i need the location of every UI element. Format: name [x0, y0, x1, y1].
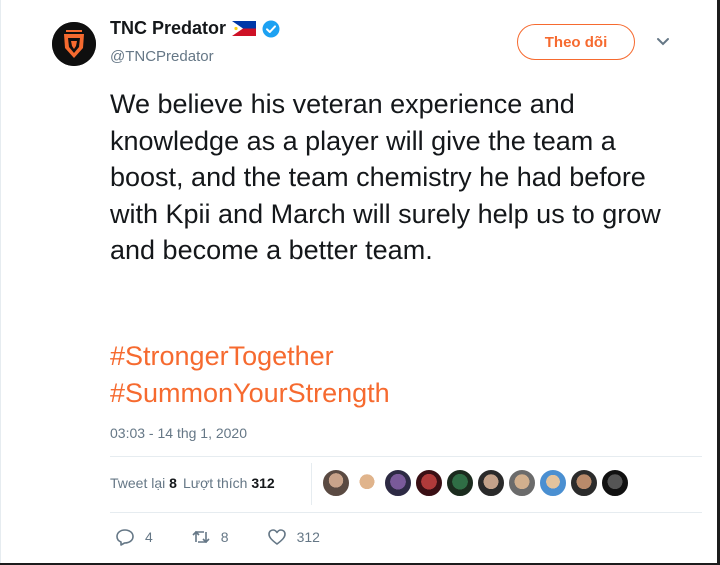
reply-button[interactable]: 4 [115, 527, 153, 547]
engagement-stats: Tweet lại 8 Lượt thích 312 [110, 475, 275, 491]
liker-avatar[interactable] [322, 469, 350, 497]
reply-count: 4 [145, 529, 153, 545]
retweet-count: 8 [220, 529, 229, 545]
tweet-action-bar: 4 8 312 [115, 527, 358, 547]
liker-avatar[interactable] [446, 469, 474, 497]
display-name[interactable]: TNC Predator [110, 18, 226, 39]
likers-avatar-row [322, 469, 629, 497]
tweet-text: We believe his veteran experience and kn… [110, 89, 661, 265]
tweet-timestamp[interactable]: 03:03 - 14 thg 1, 2020 [110, 425, 247, 441]
account-handle[interactable]: @TNCPredator [110, 48, 214, 65]
verified-badge-icon [262, 20, 280, 38]
liker-avatar[interactable] [508, 469, 536, 497]
likes-stat[interactable]: Lượt thích 312 [183, 475, 275, 491]
retweets-count: 8 [169, 475, 177, 491]
liker-avatar[interactable] [477, 469, 505, 497]
divider [110, 456, 702, 457]
account-name-row[interactable]: TNC Predator [110, 18, 280, 39]
reply-icon [116, 529, 134, 546]
liker-avatar[interactable] [539, 469, 567, 497]
liker-avatar[interactable] [384, 469, 412, 497]
philippines-flag-icon [232, 21, 257, 36]
tnc-logo-icon [52, 22, 96, 66]
retweet-button[interactable]: 8 [191, 527, 229, 547]
retweets-label: Tweet lại [110, 475, 166, 491]
avatar[interactable] [52, 22, 96, 66]
liker-avatar[interactable] [353, 469, 381, 497]
like-button[interactable]: 312 [267, 527, 320, 547]
hashtag-link[interactable]: #StrongerTogether [110, 338, 390, 375]
divider [110, 512, 702, 513]
heart-icon [267, 529, 286, 545]
likes-label: Lượt thích [182, 475, 248, 491]
retweet-icon [192, 530, 210, 544]
hashtag-link[interactable]: #SummonYourStrength [110, 375, 390, 412]
liker-avatar[interactable] [415, 469, 443, 497]
liker-avatar[interactable] [570, 469, 598, 497]
follow-button[interactable]: Theo dõi [517, 24, 635, 60]
liker-avatar[interactable] [601, 469, 629, 497]
retweets-stat[interactable]: Tweet lại 8 [110, 475, 177, 491]
like-count: 312 [296, 529, 320, 545]
likes-count: 312 [251, 475, 275, 491]
chevron-down-icon[interactable] [655, 36, 671, 48]
stats-separator [311, 463, 312, 505]
hashtag-list: #StrongerTogether #SummonYourStrength [110, 338, 390, 411]
